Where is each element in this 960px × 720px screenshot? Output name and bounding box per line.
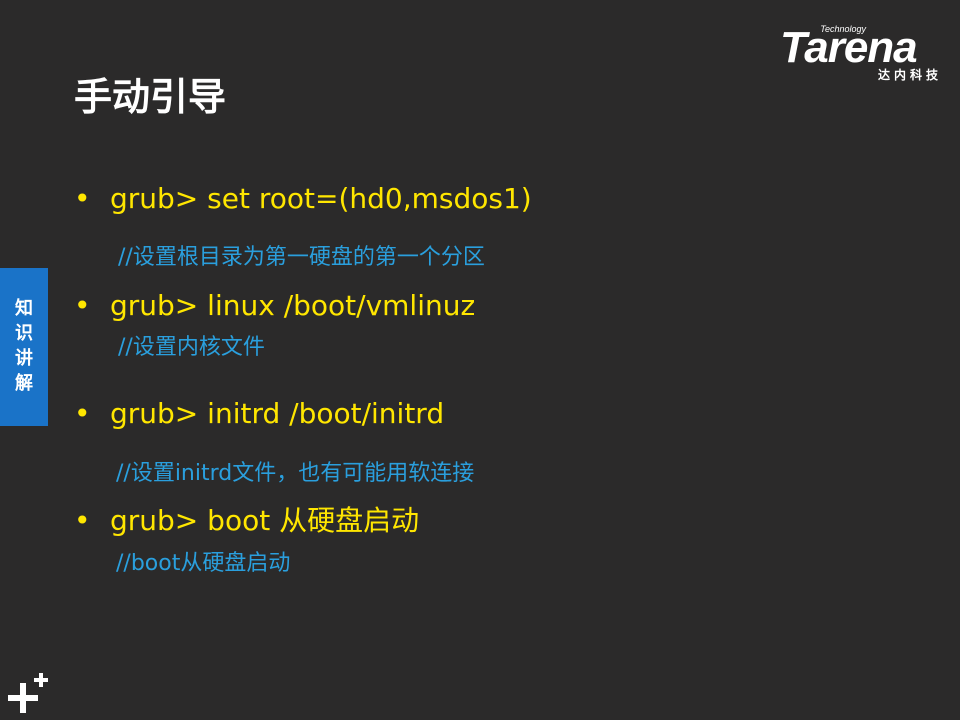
- list-item-comment: //boot从硬盘启动: [116, 551, 291, 576]
- list-item-comment: //设置根目录为第一硬盘的第一个分区: [118, 245, 485, 270]
- bullet-dot: •: [74, 289, 91, 322]
- bullet-dot: •: [74, 182, 91, 215]
- list-item-command: • grub> boot 从硬盘启动: [74, 504, 419, 538]
- plus-cluster-icon: [8, 673, 48, 713]
- command-text: grub> linux /boot/vmlinuz: [110, 289, 476, 322]
- list-item-command: • grub> linux /boot/vmlinuz: [74, 289, 475, 323]
- slide-title: 手动引导: [74, 75, 227, 119]
- side-section-label: 知识讲解: [15, 298, 33, 394]
- list-item-comment: //设置initrd文件，也有可能用软连接: [116, 461, 475, 486]
- list-item-command: • grub> initrd /boot/initrd: [74, 397, 444, 431]
- bullet-dot: •: [74, 504, 91, 537]
- command-text: grub> set root=(hd0,msdos1): [110, 182, 532, 215]
- logo-brand-text: Tarena: [780, 23, 918, 72]
- slide: Technology Tarena 达内科技 手动引导 知识讲解 • grub> …: [0, 0, 960, 720]
- bullet-dot: •: [74, 397, 91, 430]
- list-item-comment: //设置内核文件: [118, 335, 265, 360]
- tarena-logo: Technology Tarena 达内科技: [780, 22, 946, 86]
- command-text: grub> boot 从硬盘启动: [110, 504, 420, 537]
- command-text: grub> initrd /boot/initrd: [110, 397, 445, 430]
- logo-chinese-text: 达内科技: [877, 68, 942, 82]
- list-item-command: • grub> set root=(hd0,msdos1): [74, 182, 532, 216]
- side-section-tab: 知识讲解: [0, 268, 48, 426]
